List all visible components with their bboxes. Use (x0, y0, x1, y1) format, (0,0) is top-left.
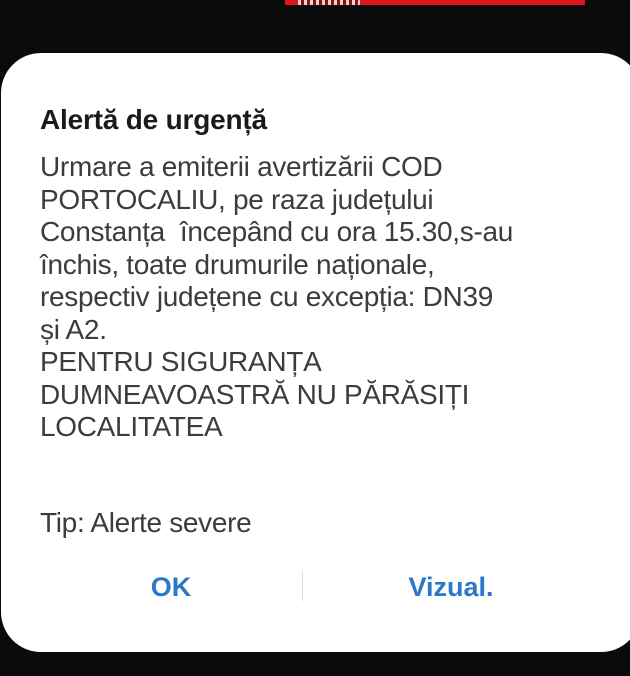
message-line: închis, toate drumurile naționale, (40, 248, 435, 280)
message-line: DUMNEAVOASTRĂ NU PĂRĂSIȚI (40, 378, 470, 410)
alert-message: Urmare a emiterii avertizării COD PORTOC… (40, 151, 600, 444)
emergency-alert-dialog: Alertă de urgență Urmare a emiterii aver… (1, 53, 630, 652)
message-line: și A2. (40, 313, 107, 345)
alert-type-label: Tip: Alerte severe (40, 507, 252, 538)
ok-button[interactable]: OK (121, 563, 221, 611)
status-strip-image (298, 0, 360, 5)
view-button[interactable]: Vizual. (391, 563, 511, 611)
button-divider (302, 571, 303, 601)
message-line: Urmare a emiterii avertizării COD (40, 151, 443, 182)
message-line: PENTRU SIGURANȚA (40, 346, 322, 377)
dialog-title: Alertă de urgență (40, 104, 267, 135)
message-line: PORTOCALIU, pe raza județului (40, 183, 434, 215)
message-line: LOCALITATEA (40, 411, 223, 442)
message-line: Constanța începând cu ora 15.30,s-au (40, 216, 514, 247)
message-line: respectiv județene cu excepția: DN39 (40, 281, 494, 312)
